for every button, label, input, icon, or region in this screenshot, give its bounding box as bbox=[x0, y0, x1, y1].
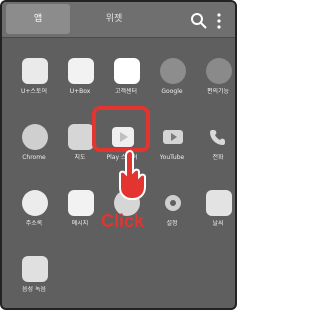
u-plus-store-icon bbox=[22, 58, 48, 84]
app-label: 주소록 bbox=[25, 220, 43, 227]
highlight-box bbox=[92, 106, 150, 152]
tab-apps[interactable]: 앱 bbox=[6, 4, 70, 34]
customer-center-icon bbox=[114, 58, 140, 84]
cloud-box-icon bbox=[68, 58, 94, 84]
app-google-folder[interactable]: Google bbox=[150, 42, 194, 98]
app-contacts[interactable]: 주소록 bbox=[12, 174, 56, 230]
voice-recorder-icon bbox=[22, 256, 48, 282]
app-label: 전화 bbox=[212, 154, 224, 161]
app-label: U+스토어 bbox=[21, 88, 47, 95]
app-drawer-topbar: 앱 위젯 bbox=[2, 2, 235, 38]
tab-widgets[interactable]: 위젯 bbox=[82, 4, 146, 34]
app-label: U+Box bbox=[69, 88, 91, 95]
app-u-plus-store[interactable]: U+스토어 bbox=[12, 42, 56, 98]
click-instruction: Click bbox=[101, 211, 145, 231]
app-utility-folder[interactable]: 편의기능 bbox=[196, 42, 235, 98]
google-folder-icon bbox=[160, 58, 186, 84]
more-options-icon[interactable] bbox=[216, 12, 222, 30]
app-label: 날씨 bbox=[212, 220, 224, 227]
app-label: Chrome bbox=[22, 154, 46, 161]
app-label: Google bbox=[161, 88, 183, 95]
youtube-icon bbox=[163, 130, 183, 144]
app-label: 음성 녹음 bbox=[22, 286, 46, 293]
app-youtube[interactable]: YouTube bbox=[150, 108, 194, 164]
pointing-hand-icon bbox=[119, 149, 146, 200]
app-chrome[interactable]: Chrome bbox=[12, 108, 56, 164]
app-messages[interactable]: 메시지 bbox=[58, 174, 102, 230]
app-label: 편의기능 bbox=[206, 88, 230, 95]
contacts-icon bbox=[22, 190, 48, 216]
messages-icon bbox=[68, 190, 94, 216]
app-label: YouTube bbox=[159, 154, 185, 161]
weather-icon bbox=[206, 190, 232, 216]
phone-icon bbox=[210, 130, 225, 145]
chrome-icon bbox=[22, 124, 48, 150]
utility-folder-icon bbox=[206, 58, 232, 84]
app-label: 메시지 bbox=[71, 220, 89, 227]
app-phone[interactable]: 전화 bbox=[196, 108, 235, 164]
app-settings[interactable]: 설정 bbox=[150, 174, 194, 230]
settings-icon bbox=[165, 195, 181, 211]
app-voice-recorder[interactable]: 음성 녹음 bbox=[12, 240, 56, 296]
app-label: 설정 bbox=[166, 220, 178, 227]
app-label: 고객센터 bbox=[114, 88, 138, 95]
app-customer-center[interactable]: 고객센터 bbox=[104, 42, 148, 98]
side-indicator bbox=[236, 152, 237, 174]
maps-icon bbox=[68, 124, 94, 150]
search-icon[interactable] bbox=[190, 12, 208, 30]
app-u-box[interactable]: U+Box bbox=[58, 42, 102, 98]
app-weather[interactable]: 날씨 bbox=[196, 174, 235, 230]
